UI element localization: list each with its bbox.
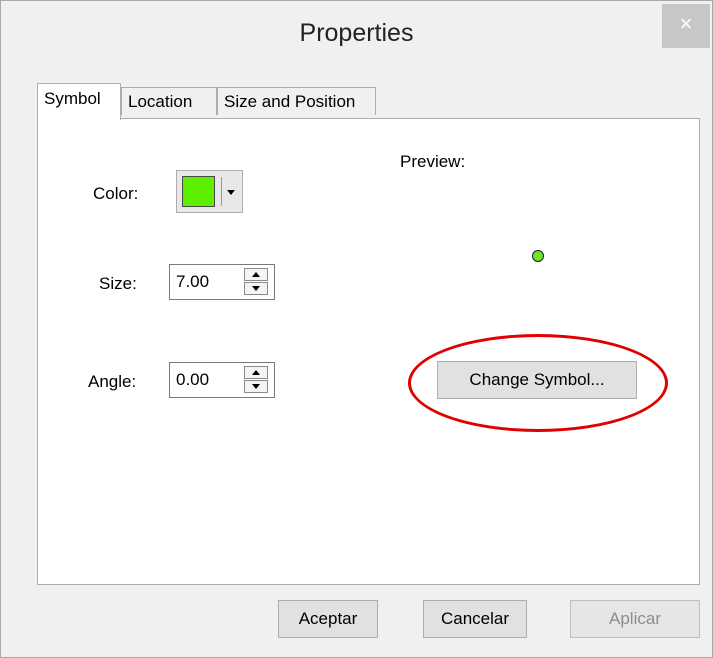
dropdown-arrow-icon: [227, 190, 235, 195]
arrow-up-icon: [252, 272, 260, 277]
angle-spin-buttons: [244, 366, 270, 394]
tab-symbol[interactable]: Symbol: [37, 83, 121, 120]
preview-label: Preview:: [400, 152, 466, 171]
color-swatch: [182, 176, 215, 207]
angle-stepper: [169, 362, 275, 398]
size-increment-button[interactable]: [244, 268, 268, 281]
angle-input[interactable]: [170, 363, 246, 397]
size-spin-buttons: [244, 268, 270, 296]
color-picker-button[interactable]: [176, 170, 243, 213]
arrow-down-icon: [252, 286, 260, 291]
change-symbol-button[interactable]: Change Symbol...: [437, 361, 637, 399]
size-input[interactable]: [170, 265, 246, 299]
title-bar[interactable]: Properties ×: [1, 1, 712, 71]
size-label: Size:: [99, 274, 137, 293]
color-picker-divider: [221, 177, 222, 206]
properties-dialog: Properties × Symbol Location Size and Po…: [0, 0, 713, 658]
ok-button[interactable]: Aceptar: [278, 600, 378, 638]
angle-decrement-button[interactable]: [244, 380, 268, 393]
window-title: Properties: [299, 19, 414, 47]
symbol-preview-dot: [532, 250, 544, 262]
apply-button[interactable]: Aplicar: [570, 600, 700, 638]
color-label: Color:: [93, 184, 139, 203]
close-icon: ×: [679, 11, 693, 36]
cancel-button[interactable]: Cancelar: [423, 600, 527, 638]
angle-label: Angle:: [88, 372, 137, 391]
tab-location[interactable]: Location: [121, 87, 217, 115]
arrow-up-icon: [252, 370, 260, 375]
symbol-tab-panel: Color: Size: Angle: Preview: Change Symb…: [37, 118, 700, 585]
arrow-down-icon: [252, 384, 260, 389]
close-button[interactable]: ×: [662, 4, 710, 48]
tab-size-and-position[interactable]: Size and Position: [217, 87, 376, 115]
size-decrement-button[interactable]: [244, 282, 268, 295]
angle-increment-button[interactable]: [244, 366, 268, 379]
size-stepper: [169, 264, 275, 300]
